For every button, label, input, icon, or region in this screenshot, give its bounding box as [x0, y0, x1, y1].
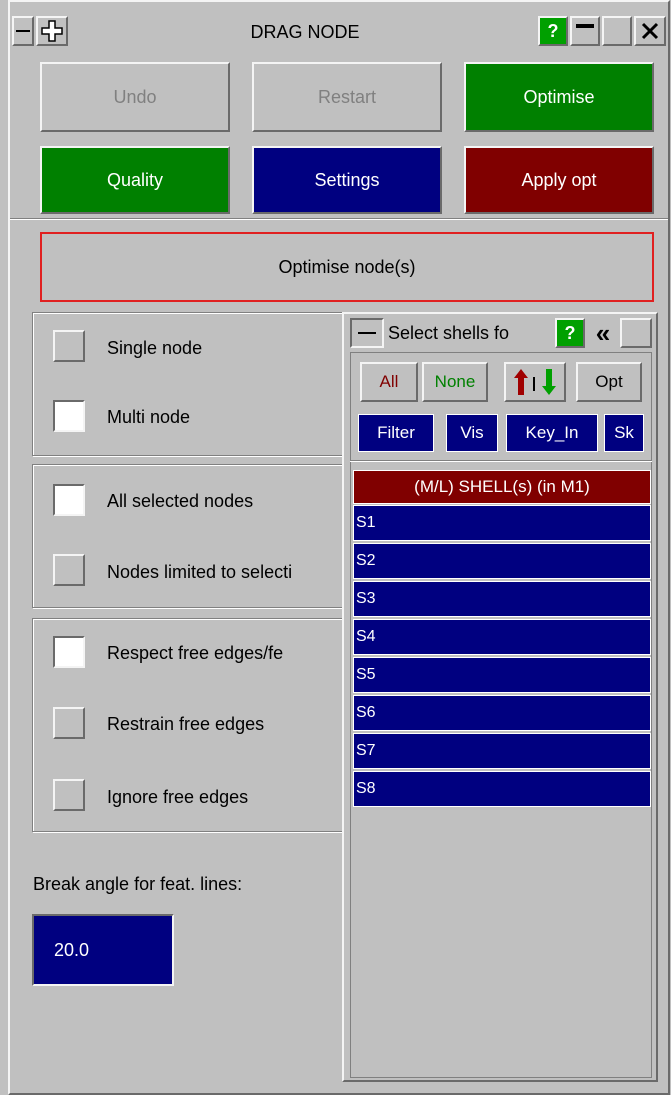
respect-free-edges-label: Respect free edges/fe: [107, 643, 284, 663]
break-angle-value: 20.0: [54, 939, 90, 960]
panel-help-button[interactable]: ?: [555, 318, 585, 348]
select-all-button[interactable]: All: [360, 362, 418, 402]
shell-list-item-s5[interactable]: S5: [353, 657, 651, 693]
opt-label: Opt: [595, 372, 623, 391]
optimise-button[interactable]: Optimise: [464, 62, 654, 132]
shell-list-item-s6[interactable]: S6: [353, 695, 651, 731]
apply-opt-button-label: Apply opt: [521, 169, 597, 190]
panel-help-label: ?: [564, 322, 576, 343]
move-button[interactable]: [36, 16, 68, 46]
sketch-label: Sk: [614, 423, 634, 442]
sketch-button[interactable]: Sk: [604, 414, 644, 452]
minimise-button[interactable]: [570, 16, 600, 46]
apply-opt-button[interactable]: Apply opt: [464, 146, 654, 214]
minimise-icon: [576, 24, 594, 28]
multi-node-label: Multi node: [107, 407, 191, 427]
help-button[interactable]: ?: [538, 16, 568, 46]
restart-button[interactable]: Restart: [252, 62, 442, 132]
undo-button[interactable]: Undo: [40, 62, 230, 132]
shell-list-item-s7[interactable]: S7: [353, 733, 651, 769]
all-selected-nodes-checkbox[interactable]: [53, 484, 85, 516]
shell-list-header[interactable]: (M/L) SHELL(s) (in M1): [353, 470, 651, 504]
vis-label: Vis: [460, 423, 484, 442]
quality-button[interactable]: Quality: [40, 146, 230, 214]
restrain-free-edges-checkbox[interactable]: [53, 707, 85, 739]
panel-minimise-button[interactable]: [350, 318, 384, 348]
break-angle-label: Break angle for feat. lines:: [33, 874, 243, 894]
key-in-label: Key_In: [525, 423, 579, 442]
select-none-button[interactable]: None: [422, 362, 488, 402]
shell-list-item-s2[interactable]: S2: [353, 543, 651, 579]
settings-button[interactable]: Settings: [252, 146, 442, 214]
respect-free-edges-checkbox[interactable]: [53, 636, 85, 668]
vis-button[interactable]: Vis: [446, 414, 498, 452]
panel-maximise-button[interactable]: [620, 318, 652, 348]
filter-label: Filter: [377, 423, 415, 442]
optimise-nodes-button[interactable]: Optimise node(s): [40, 232, 654, 302]
single-node-label: Single node: [107, 338, 203, 358]
shell-list-header-label: (M/L) SHELL(s) (in M1): [414, 477, 590, 496]
select-none-label: None: [434, 372, 476, 391]
nodes-limited-checkbox[interactable]: [53, 554, 85, 586]
undo-button-label: Undo: [113, 86, 157, 107]
all-selected-nodes-label: All selected nodes: [107, 491, 254, 511]
shell-list-item-s3[interactable]: S3: [353, 581, 651, 617]
quality-button-label: Quality: [106, 169, 164, 190]
shell-list-item-s8[interactable]: S8: [353, 771, 651, 807]
divider: [10, 218, 668, 220]
shell-list-item-s1[interactable]: S1: [353, 505, 651, 541]
break-angle-input[interactable]: 20.0: [32, 914, 174, 986]
move-cross-icon: [41, 20, 63, 42]
double-chevron-left-icon: «: [595, 317, 611, 348]
restrain-free-edges-label: Restrain free edges: [107, 714, 265, 734]
restart-button-label: Restart: [317, 86, 377, 107]
close-icon: [641, 22, 659, 40]
single-node-checkbox[interactable]: [53, 330, 85, 362]
maximise-button[interactable]: [602, 16, 632, 46]
dash-icon: [16, 30, 30, 32]
window-title: DRAG NODE: [250, 22, 360, 42]
ignore-free-edges-checkbox[interactable]: [53, 779, 85, 811]
optimise-nodes-label: Optimise node(s): [278, 256, 416, 277]
close-button[interactable]: [634, 16, 666, 46]
ignore-free-edges-label: Ignore free edges: [107, 787, 249, 807]
settings-button-label: Settings: [314, 169, 380, 190]
sort-button[interactable]: [504, 362, 566, 402]
list-divider: [350, 460, 652, 462]
multi-node-checkbox[interactable]: [53, 400, 85, 432]
filter-button[interactable]: Filter: [358, 414, 434, 452]
dash-icon: [358, 332, 376, 334]
key-in-button[interactable]: Key_In: [506, 414, 598, 452]
sort-arrows-icon: [514, 369, 556, 395]
select-all-label: All: [379, 372, 399, 391]
opt-button[interactable]: Opt: [576, 362, 642, 402]
optimise-button-label: Optimise: [523, 86, 595, 107]
help-button-label: ?: [547, 20, 559, 41]
shell-list-item-s4[interactable]: S4: [353, 619, 651, 655]
select-shells-title: Select shells fo: [388, 323, 510, 343]
nodes-limited-label: Nodes limited to selecti: [107, 562, 293, 582]
title-bar: DRAG NODE ?: [10, 14, 668, 50]
minimise-dash-button[interactable]: [12, 16, 34, 46]
panel-collapse-button[interactable]: «: [587, 318, 619, 348]
